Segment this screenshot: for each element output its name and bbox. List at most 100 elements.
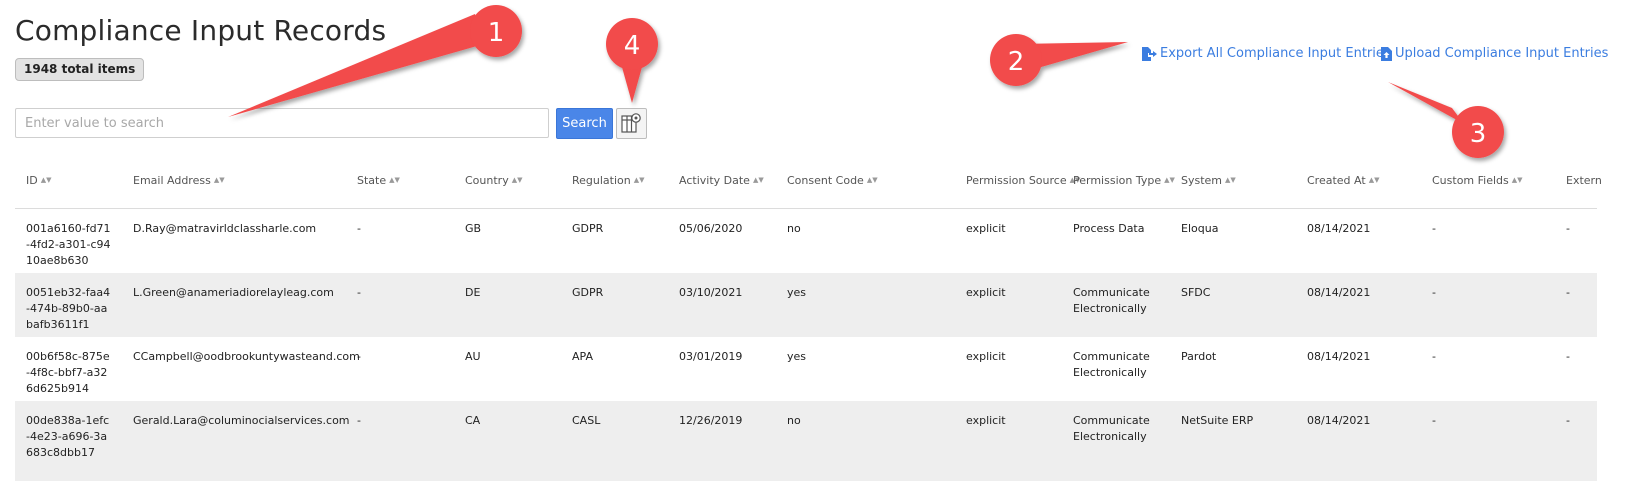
cell-state: - xyxy=(357,286,361,299)
cell-regulation: APA xyxy=(572,350,593,363)
total-items-badge: 1948 total items xyxy=(15,58,145,81)
sort-icon: ▲▼ xyxy=(511,176,523,184)
cell-created-at: 08/14/2021 xyxy=(1307,222,1371,235)
cell-activity-date: 05/06/2020 xyxy=(679,222,743,235)
column-header-system[interactable]: System ▲▼ xyxy=(1181,174,1236,187)
column-header-id[interactable]: ID ▲▼ xyxy=(26,174,52,187)
cell-email: Gerald.Lara@columinocialservices.com xyxy=(133,414,350,427)
cell-consent-code: no xyxy=(787,414,801,427)
cell-system: SFDC xyxy=(1181,286,1211,299)
sort-icon: ▲▼ xyxy=(1225,176,1236,184)
annotation-label: 4 xyxy=(624,31,641,61)
cell-id: 001a6160-fd71-4fd2-a301-c9410ae8b630 xyxy=(26,222,111,267)
annotation-marker-2: 2 xyxy=(990,34,1128,86)
column-header-created-at[interactable]: Created At ▲▼ xyxy=(1307,174,1379,187)
cell-created-at: 08/14/2021 xyxy=(1307,414,1371,427)
cell-permission-source: explicit xyxy=(966,414,1006,427)
cell-country: DE xyxy=(465,286,481,299)
file-export-icon xyxy=(1142,46,1157,61)
cell-extern: - xyxy=(1566,350,1570,363)
cell-system: Eloqua xyxy=(1181,222,1219,235)
cell-email: L.Green@anameriadiorelayleag.com xyxy=(133,286,334,299)
column-header-extern[interactable]: Extern xyxy=(1566,174,1602,187)
column-header-permission-type[interactable]: Permission Type ▲▼ xyxy=(1073,174,1175,187)
cell-consent-code: no xyxy=(787,222,801,235)
search-button[interactable]: Search xyxy=(556,108,613,139)
sort-icon: ▲▼ xyxy=(213,176,225,184)
sort-icon: ▲▼ xyxy=(1368,176,1380,184)
annotation-label: 1 xyxy=(488,18,505,48)
export-all-label: Export All Compliance Input Entries xyxy=(1160,46,1391,61)
sort-icon: ▲▼ xyxy=(633,176,645,184)
cell-permission-type: Communicate Electronically xyxy=(1073,414,1150,443)
cell-id: 00de838a-1efc-4e23-a696-3a683c8dbb17 xyxy=(26,414,110,459)
cell-activity-date: 03/01/2019 xyxy=(679,350,743,363)
cell-permission-type: Process Data xyxy=(1073,222,1145,235)
cell-custom-fields: - xyxy=(1432,350,1436,363)
sort-icon: ▲▼ xyxy=(752,176,764,184)
column-header-consent-code[interactable]: Consent Code ▲▼ xyxy=(787,174,878,187)
sort-icon: ▲▼ xyxy=(40,176,52,184)
table-row[interactable]: 0051eb32-faa4-474b-89b0-aabafb3611f1 L.G… xyxy=(15,273,1597,337)
cell-custom-fields: - xyxy=(1432,414,1436,427)
cell-extern: - xyxy=(1566,222,1570,235)
cell-activity-date: 12/26/2019 xyxy=(679,414,743,427)
cell-extern: - xyxy=(1566,286,1570,299)
cell-country: AU xyxy=(465,350,481,363)
table-row[interactable]: 00b6f58c-875e-4f8c-bbf7-a326d625b914 CCa… xyxy=(15,337,1597,401)
cell-created-at: 08/14/2021 xyxy=(1307,286,1371,299)
sort-icon: ▲▼ xyxy=(389,176,400,184)
column-header-state[interactable]: State ▲▼ xyxy=(357,174,400,187)
cell-regulation: CASL xyxy=(572,414,601,427)
sort-icon: ▲▼ xyxy=(1164,176,1175,184)
column-header-activity-date[interactable]: Activity Date ▲▼ xyxy=(679,174,764,187)
search-input[interactable] xyxy=(15,108,549,138)
column-header-custom-fields[interactable]: Custom Fields ▲▼ xyxy=(1432,174,1523,187)
cell-system: NetSuite ERP xyxy=(1181,414,1254,427)
cell-id: 0051eb32-faa4-474b-89b0-aabafb3611f1 xyxy=(26,286,111,331)
upload-link[interactable]: Upload Compliance Input Entries xyxy=(1381,46,1608,61)
cell-state: - xyxy=(357,222,361,235)
page-title: Compliance Input Records xyxy=(15,14,387,47)
cell-country: CA xyxy=(465,414,481,427)
column-header-permission-source[interactable]: Permission Source ▲▼ xyxy=(966,174,1080,187)
cell-permission-type: Communicate Electronically xyxy=(1073,286,1150,315)
cell-consent-code: yes xyxy=(787,350,807,363)
export-all-link[interactable]: Export All Compliance Input Entries xyxy=(1141,46,1391,61)
cell-activity-date: 03/10/2021 xyxy=(679,286,743,299)
cell-email: CCampbell@oodbrookuntywasteand.com xyxy=(133,350,360,363)
sort-icon: ▲▼ xyxy=(1511,176,1523,184)
table-header: ID ▲▼ Email Address ▲▼ State ▲▼ Country ▲▼ R… xyxy=(15,164,1602,209)
cell-permission-type: Communicate Electronically xyxy=(1073,350,1150,379)
cell-state: - xyxy=(357,350,361,363)
annotation-label: 2 xyxy=(1008,47,1025,77)
cell-id: 00b6f58c-875e-4f8c-bbf7-a326d625b914 xyxy=(26,350,110,395)
column-settings-button[interactable] xyxy=(616,108,647,139)
table-row[interactable]: 001a6160-fd71-4fd2-a301-c9410ae8b630 D.R… xyxy=(15,209,1597,273)
annotation-label: 3 xyxy=(1470,119,1487,149)
cell-consent-code: yes xyxy=(787,286,807,299)
cell-system: Pardot xyxy=(1181,350,1217,363)
cell-custom-fields: - xyxy=(1432,286,1436,299)
upload-label: Upload Compliance Input Entries xyxy=(1395,46,1609,61)
cell-country: GB xyxy=(465,222,482,235)
cell-custom-fields: - xyxy=(1432,222,1436,235)
column-header-regulation[interactable]: Regulation ▲▼ xyxy=(572,174,645,187)
file-upload-icon xyxy=(1381,46,1392,61)
cell-regulation: GDPR xyxy=(572,222,604,235)
records-table: ID ▲▼ Email Address ▲▼ State ▲▼ Country ▲▼ R… xyxy=(15,164,1602,481)
column-settings-icon xyxy=(621,113,641,133)
cell-state: - xyxy=(357,414,361,427)
column-header-email[interactable]: Email Address ▲▼ xyxy=(133,174,225,187)
annotation-marker-4: 4 xyxy=(606,18,658,103)
annotation-marker-3: 3 xyxy=(1388,82,1504,158)
cell-permission-source: explicit xyxy=(966,350,1006,363)
sort-icon: ▲▼ xyxy=(866,176,878,184)
cell-created-at: 08/14/2021 xyxy=(1307,350,1371,363)
cell-permission-source: explicit xyxy=(966,286,1006,299)
table-row[interactable]: 00de838a-1efc-4e23-a696-3a683c8dbb17 Ger… xyxy=(15,401,1597,481)
cell-permission-source: explicit xyxy=(966,222,1006,235)
cell-regulation: GDPR xyxy=(572,286,604,299)
cell-email: D.Ray@matravirldclassharle.com xyxy=(133,222,317,235)
column-header-country[interactable]: Country ▲▼ xyxy=(465,174,522,187)
